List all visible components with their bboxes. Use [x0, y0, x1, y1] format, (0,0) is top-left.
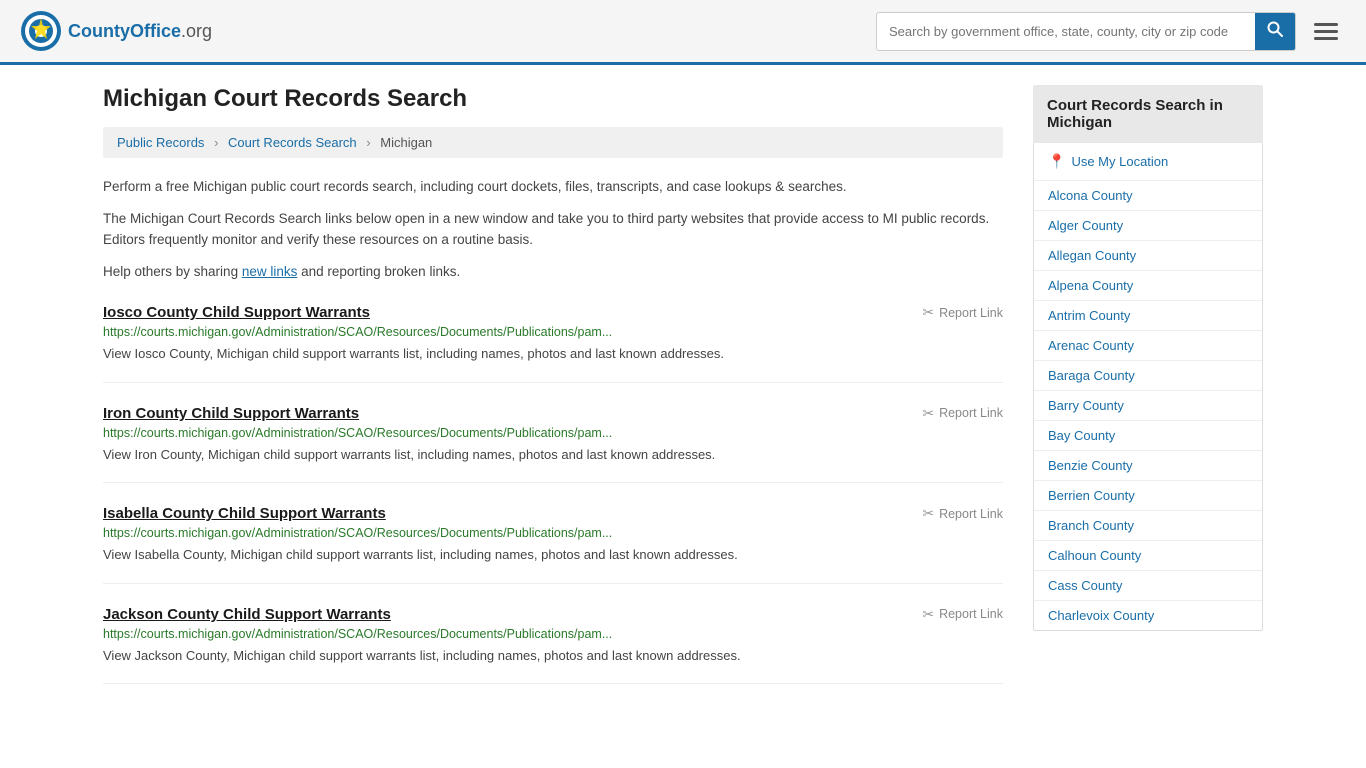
county-list-item: Alcona County [1034, 181, 1262, 211]
county-list-item: Alger County [1034, 211, 1262, 241]
result-url: https://courts.michigan.gov/Administrati… [103, 627, 1003, 641]
search-input[interactable] [877, 16, 1255, 47]
use-location-label: Use My Location [1071, 154, 1168, 169]
breadcrumb-link-public-records[interactable]: Public Records [117, 135, 204, 150]
site-header: CountyOffice.org [0, 0, 1366, 65]
result-title-link[interactable]: Isabella County Child Support Warrants [103, 505, 386, 522]
result-description: View Isabella County, Michigan child sup… [103, 545, 1003, 565]
county-list-item: Alpena County [1034, 271, 1262, 301]
result-url: https://courts.michigan.gov/Administrati… [103, 526, 1003, 540]
sidebar: Court Records Search in Michigan 📍 Use M… [1033, 85, 1263, 684]
report-link-label: Report Link [939, 507, 1003, 521]
header-right [876, 12, 1346, 51]
description-2: The Michigan Court Records Search links … [103, 208, 1003, 251]
result-description: View Jackson County, Michigan child supp… [103, 646, 1003, 666]
county-list-item: Antrim County [1034, 301, 1262, 331]
report-icon: ✂ [922, 304, 934, 321]
county-list-item: Calhoun County [1034, 541, 1262, 571]
sidebar-county-link-alcona-county[interactable]: Alcona County [1034, 181, 1262, 210]
result-header: Jackson County Child Support Warrants ✂ … [103, 606, 1003, 627]
report-link-label: Report Link [939, 607, 1003, 621]
report-link-label: Report Link [939, 306, 1003, 320]
county-list-item: Arenac County [1034, 331, 1262, 361]
breadcrumb-separator: › [214, 135, 218, 150]
report-icon: ✂ [922, 405, 934, 422]
description-3-prefix: Help others by sharing [103, 264, 242, 279]
result-title-link[interactable]: Jackson County Child Support Warrants [103, 606, 391, 623]
result-url: https://courts.michigan.gov/Administrati… [103, 426, 1003, 440]
result-item: Jackson County Child Support Warrants ✂ … [103, 606, 1003, 685]
location-icon: 📍 [1048, 153, 1065, 170]
logo-icon [20, 10, 62, 52]
sidebar-county-link-charlevoix-county[interactable]: Charlevoix County [1034, 601, 1262, 630]
report-link-button[interactable]: ✂ Report Link [922, 505, 1003, 522]
main-container: Michigan Court Records Search Public Rec… [83, 65, 1283, 704]
sidebar-county-link-bay-county[interactable]: Bay County [1034, 421, 1262, 450]
report-link-button[interactable]: ✂ Report Link [922, 304, 1003, 321]
report-link-label: Report Link [939, 406, 1003, 420]
sidebar-county-link-baraga-county[interactable]: Baraga County [1034, 361, 1262, 390]
county-list-item: Allegan County [1034, 241, 1262, 271]
menu-bar [1314, 23, 1338, 26]
result-url: https://courts.michigan.gov/Administrati… [103, 325, 1003, 339]
result-description: View Iosco County, Michigan child suppor… [103, 344, 1003, 364]
sidebar-county-link-allegan-county[interactable]: Allegan County [1034, 241, 1262, 270]
sidebar-title: Court Records Search in Michigan [1033, 85, 1263, 143]
content-area: Michigan Court Records Search Public Rec… [103, 85, 1003, 684]
breadcrumb: Public Records › Court Records Search › … [103, 127, 1003, 158]
search-bar [876, 12, 1296, 51]
county-list: Alcona CountyAlger CountyAllegan CountyA… [1034, 181, 1262, 630]
report-link-button[interactable]: ✂ Report Link [922, 405, 1003, 422]
search-button[interactable] [1255, 13, 1295, 50]
description-1: Perform a free Michigan public court rec… [103, 176, 1003, 198]
county-list-item: Charlevoix County [1034, 601, 1262, 630]
result-title-link[interactable]: Iosco County Child Support Warrants [103, 304, 370, 321]
sidebar-county-link-alpena-county[interactable]: Alpena County [1034, 271, 1262, 300]
menu-bar [1314, 37, 1338, 40]
sidebar-county-link-cass-county[interactable]: Cass County [1034, 571, 1262, 600]
county-list-item: Berrien County [1034, 481, 1262, 511]
breadcrumb-link-court-records[interactable]: Court Records Search [228, 135, 357, 150]
result-description: View Iron County, Michigan child support… [103, 445, 1003, 465]
description-3-suffix: and reporting broken links. [297, 264, 460, 279]
logo-area: CountyOffice.org [20, 10, 212, 52]
sidebar-county-link-arenac-county[interactable]: Arenac County [1034, 331, 1262, 360]
sidebar-county-link-antrim-county[interactable]: Antrim County [1034, 301, 1262, 330]
sidebar-section: 📍 Use My Location Alcona CountyAlger Cou… [1033, 143, 1263, 631]
result-item: Isabella County Child Support Warrants ✂… [103, 505, 1003, 584]
results-list: Iosco County Child Support Warrants ✂ Re… [103, 304, 1003, 684]
result-header: Isabella County Child Support Warrants ✂… [103, 505, 1003, 526]
result-header: Iron County Child Support Warrants ✂ Rep… [103, 405, 1003, 426]
county-list-item: Branch County [1034, 511, 1262, 541]
result-item: Iron County Child Support Warrants ✂ Rep… [103, 405, 1003, 484]
sidebar-county-link-barry-county[interactable]: Barry County [1034, 391, 1262, 420]
page-title: Michigan Court Records Search [103, 85, 1003, 113]
county-list-item: Benzie County [1034, 451, 1262, 481]
logo-text: CountyOffice.org [68, 21, 212, 42]
sidebar-county-link-alger-county[interactable]: Alger County [1034, 211, 1262, 240]
menu-button[interactable] [1306, 19, 1346, 44]
result-title-link[interactable]: Iron County Child Support Warrants [103, 405, 359, 422]
sidebar-county-link-calhoun-county[interactable]: Calhoun County [1034, 541, 1262, 570]
county-list-item: Bay County [1034, 421, 1262, 451]
breadcrumb-separator: › [366, 135, 370, 150]
report-link-button[interactable]: ✂ Report Link [922, 606, 1003, 623]
result-header: Iosco County Child Support Warrants ✂ Re… [103, 304, 1003, 325]
report-icon: ✂ [922, 606, 934, 623]
county-list-item: Cass County [1034, 571, 1262, 601]
sidebar-county-link-branch-county[interactable]: Branch County [1034, 511, 1262, 540]
result-item: Iosco County Child Support Warrants ✂ Re… [103, 304, 1003, 383]
sidebar-county-link-benzie-county[interactable]: Benzie County [1034, 451, 1262, 480]
breadcrumb-current: Michigan [380, 135, 432, 150]
county-list-item: Barry County [1034, 391, 1262, 421]
menu-bar [1314, 30, 1338, 33]
county-list-item: Baraga County [1034, 361, 1262, 391]
new-links-link[interactable]: new links [242, 264, 298, 279]
description-3: Help others by sharing new links and rep… [103, 261, 1003, 283]
sidebar-county-link-berrien-county[interactable]: Berrien County [1034, 481, 1262, 510]
report-icon: ✂ [922, 505, 934, 522]
use-my-location-link[interactable]: 📍 Use My Location [1034, 143, 1262, 181]
search-icon [1267, 21, 1283, 37]
